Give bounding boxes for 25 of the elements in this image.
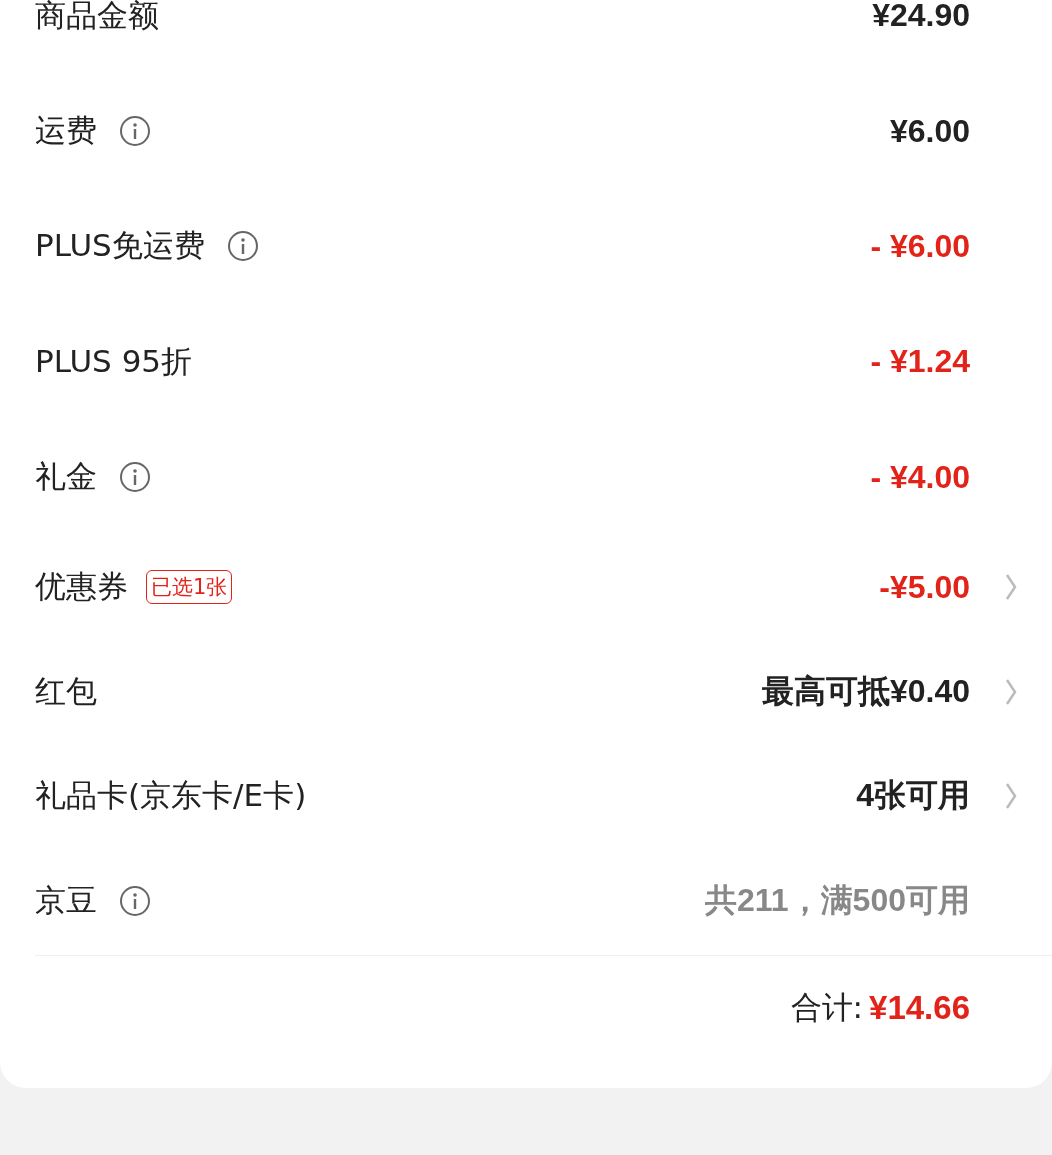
row-value: 共211，满500可用 — [705, 881, 970, 921]
row-value: - ¥4.00 — [870, 458, 970, 496]
row-value[interactable]: 4张可用 — [856, 774, 970, 819]
row-value: ¥24.90 — [872, 0, 970, 35]
info-icon[interactable] — [226, 230, 259, 263]
row-label: 礼品卡(京东卡/E卡) — [35, 776, 307, 816]
selected-count-tag: 已选1张 — [146, 570, 233, 605]
row-value: ¥6.00 — [889, 112, 970, 150]
info-icon[interactable] — [119, 461, 151, 494]
row-label: 优惠券 — [35, 567, 128, 607]
row-value[interactable]: 最高可抵¥0.40 — [761, 669, 970, 714]
row-label: PLUS 95折 — [35, 341, 193, 381]
row-value: - ¥1.24 — [870, 343, 970, 381]
row-value: - ¥6.00 — [870, 227, 970, 265]
total-label: 合计: — [790, 988, 864, 1028]
row-label: 京豆 — [35, 881, 97, 921]
info-icon[interactable] — [119, 885, 151, 918]
row-label: 红包 — [35, 671, 97, 711]
row-label: 礼金 — [35, 457, 97, 497]
row-label: PLUS免运费 — [35, 226, 205, 266]
total-value: ¥14.66 — [869, 989, 970, 1028]
row-label: 运费 — [35, 111, 97, 151]
row-label: 商品金额 — [35, 0, 159, 35]
info-icon[interactable] — [119, 115, 151, 148]
row-value[interactable]: -¥5.00 — [879, 568, 970, 606]
